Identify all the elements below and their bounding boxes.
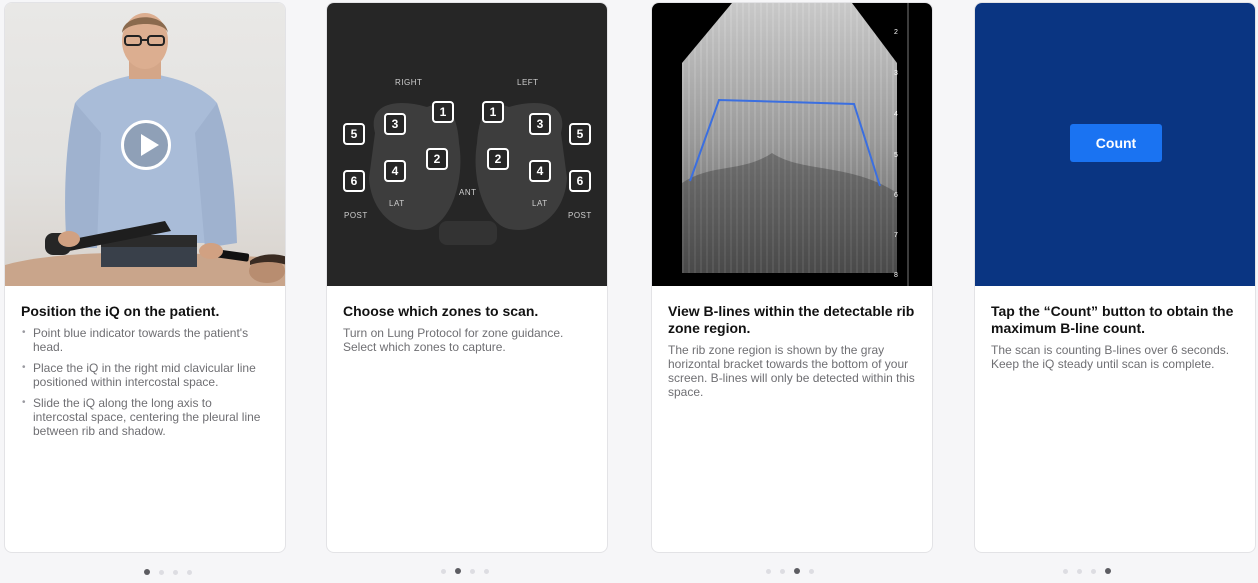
lung-zone-diagram: RIGHT LEFT ANT LAT LAT POST POST 1 2 3 4… [327, 3, 607, 286]
page-dot[interactable] [809, 568, 814, 574]
depth-label: 7 [894, 232, 898, 239]
pagination-dots [1063, 567, 1111, 575]
depth-label: 5 [894, 152, 898, 159]
card-content: View B-lines within the detectable rib z… [668, 303, 916, 399]
zone-label-post: POST [568, 211, 592, 220]
zone-label-left: LEFT [517, 78, 539, 87]
zone-right-1[interactable]: 1 [432, 101, 454, 123]
count-button[interactable]: Count [1070, 124, 1162, 162]
card-description: The rib zone region is shown by the gray… [668, 343, 915, 399]
page-dot[interactable] [173, 569, 178, 575]
page-dot[interactable] [780, 568, 785, 574]
zone-label-post: POST [344, 211, 368, 220]
depth-label: 4 [894, 111, 898, 118]
page-dot-active[interactable] [455, 568, 461, 574]
zone-right-2[interactable]: 2 [426, 148, 448, 170]
zone-label-right: RIGHT [395, 78, 423, 87]
card-description: The scan is counting B-lines over 6 seco… [991, 343, 1230, 371]
zone-right-6[interactable]: 6 [343, 170, 365, 192]
count-screen: Count [975, 3, 1255, 286]
zone-label-lat: LAT [389, 199, 405, 208]
page-dot[interactable] [766, 568, 771, 574]
page-dot[interactable] [1091, 568, 1096, 574]
zone-left-3[interactable]: 3 [529, 113, 551, 135]
list-item: Slide the iQ along the long axis to inte… [21, 396, 269, 438]
zone-left-6[interactable]: 6 [569, 170, 591, 192]
zone-left-1[interactable]: 1 [482, 101, 504, 123]
page-dot[interactable] [470, 568, 475, 574]
list-item: Point blue indicator towards the patient… [21, 326, 269, 354]
card-title: Position the iQ on the patient. [21, 303, 220, 319]
pagination-dots [766, 567, 814, 575]
pagination-dots [144, 568, 192, 576]
instruction-list: Point blue indicator towards the patient… [21, 326, 269, 438]
depth-label: 3 [894, 70, 898, 77]
zone-left-2[interactable]: 2 [487, 148, 509, 170]
zone-right-4[interactable]: 4 [384, 160, 406, 182]
card-title: View B-lines within the detectable rib z… [668, 303, 915, 336]
page-dot[interactable] [159, 569, 164, 575]
card-content: Tap the “Count” button to obtain the max… [991, 303, 1239, 371]
card-choose-zones: RIGHT LEFT ANT LAT LAT POST POST 1 2 3 4… [326, 2, 608, 553]
card-count-blines: Count Tap the “Count” button to obtain t… [974, 2, 1256, 553]
depth-label: 8 [894, 272, 898, 279]
card-description: Turn on Lung Protocol for zone guidance.… [343, 326, 564, 354]
page-dot-active[interactable] [144, 569, 150, 575]
page-dot[interactable] [441, 568, 446, 574]
list-item: Place the iQ in the right mid clavicular… [21, 361, 269, 389]
lung-silhouette [369, 102, 567, 245]
card-position-iq: Position the iQ on the patient. Point bl… [4, 2, 286, 553]
card-content: Position the iQ on the patient. Point bl… [21, 303, 269, 445]
zone-left-4[interactable]: 4 [529, 160, 551, 182]
play-icon[interactable] [121, 120, 171, 170]
zone-label-ant: ANT [459, 188, 477, 197]
zone-left-5[interactable]: 5 [569, 123, 591, 145]
zone-right-5[interactable]: 5 [343, 123, 365, 145]
ultrasound-scan [682, 3, 909, 286]
card-view-blines: 2 3 4 5 6 7 8 View B-lines within the de… [651, 2, 933, 553]
card-content: Choose which zones to scan. Turn on Lung… [343, 303, 591, 354]
page-dot[interactable] [1077, 568, 1082, 574]
card-title: Tap the “Count” button to obtain the max… [991, 303, 1234, 336]
instruction-video[interactable] [5, 3, 285, 286]
pagination-dots [441, 567, 489, 575]
card-title: Choose which zones to scan. [343, 303, 539, 319]
zone-right-3[interactable]: 3 [384, 113, 406, 135]
ultrasound-image: 2 3 4 5 6 7 8 [652, 3, 932, 286]
depth-label: 6 [894, 192, 898, 199]
page-dot-active[interactable] [1105, 568, 1111, 574]
page-dot[interactable] [484, 568, 489, 574]
page-dot[interactable] [1063, 568, 1068, 574]
page-dot[interactable] [187, 569, 192, 575]
page-dot-active[interactable] [794, 568, 800, 574]
depth-label: 2 [894, 29, 898, 36]
zone-label-lat: LAT [532, 199, 548, 208]
